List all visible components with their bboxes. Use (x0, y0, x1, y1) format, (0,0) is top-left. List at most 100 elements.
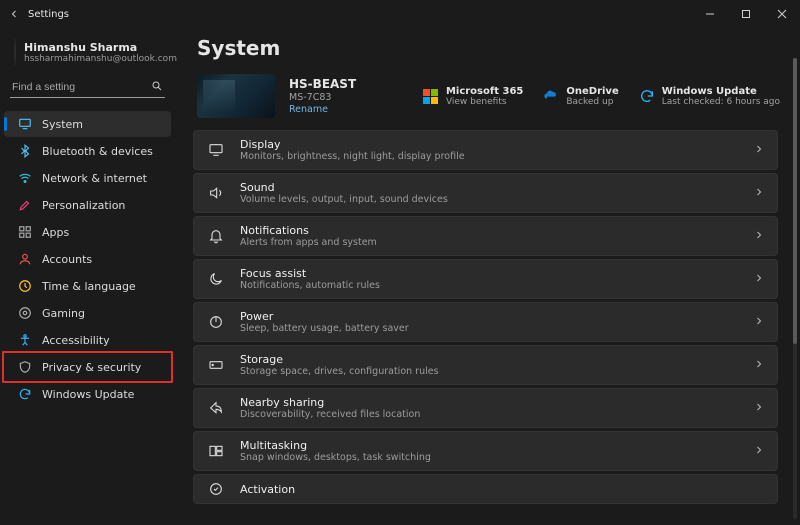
sidebar-item-accounts[interactable]: Accounts (4, 246, 171, 272)
sidebar-item-label: Accounts (42, 253, 92, 266)
maximize-button[interactable] (728, 0, 764, 28)
storage-icon (208, 357, 224, 373)
search-icon (151, 80, 163, 95)
sound-icon (208, 185, 224, 201)
card-sub: Notifications, automatic rules (240, 280, 380, 291)
back-button[interactable] (0, 0, 28, 28)
card-notifications[interactable]: NotificationsAlerts from apps and system (193, 216, 778, 256)
card-power[interactable]: PowerSleep, battery usage, battery saver (193, 302, 778, 342)
card-title: Power (240, 310, 409, 323)
sidebar-item-label: Windows Update (42, 388, 134, 401)
activation-icon (208, 481, 224, 497)
sidebar: Himanshu Sharma hssharmahimanshu@outlook… (0, 28, 175, 525)
chevron-right-icon (753, 229, 765, 244)
sidebar-item-label: Gaming (42, 307, 85, 320)
settings-list: DisplayMonitors, brightness, night light… (193, 130, 790, 504)
wifi-icon (18, 171, 32, 185)
sidebar-item-personalization[interactable]: Personalization (4, 192, 171, 218)
chevron-right-icon (753, 272, 765, 287)
card-title: Multitasking (240, 439, 431, 452)
tile-windows-update[interactable]: Windows Update Last checked: 6 hours ago (639, 86, 780, 107)
user-email: hssharmahimanshu@outlook.com (24, 54, 177, 64)
card-sub: Snap windows, desktops, task switching (240, 452, 431, 463)
sidebar-item-label: Personalization (42, 199, 125, 212)
card-sub: Sleep, battery usage, battery saver (240, 323, 409, 334)
sidebar-item-time[interactable]: Time & language (4, 273, 171, 299)
chevron-right-icon (753, 401, 765, 416)
minimize-button[interactable] (692, 0, 728, 28)
card-activation[interactable]: Activation (193, 474, 778, 504)
multitasking-icon (208, 443, 224, 459)
window-controls (692, 0, 800, 28)
tile-title: Microsoft 365 (446, 86, 523, 97)
sidebar-item-privacy[interactable]: Privacy & security (4, 354, 171, 380)
card-sub: Alerts from apps and system (240, 237, 377, 248)
display-icon (208, 142, 224, 158)
sidebar-item-accessibility[interactable]: Accessibility (4, 327, 171, 353)
sidebar-item-label: Network & internet (42, 172, 147, 185)
gaming-icon (18, 306, 32, 320)
chevron-right-icon (753, 444, 765, 459)
card-multitasking[interactable]: MultitaskingSnap windows, desktops, task… (193, 431, 778, 471)
brush-icon (18, 198, 32, 212)
sidebar-nav: System Bluetooth & devices Network & int… (0, 106, 175, 407)
tile-title: OneDrive (566, 86, 618, 97)
card-title: Notifications (240, 224, 377, 237)
card-title: Nearby sharing (240, 396, 420, 409)
card-title: Storage (240, 353, 439, 366)
titlebar: Settings (0, 0, 800, 28)
device-thumbnail (197, 74, 275, 118)
tile-sub: Last checked: 6 hours ago (662, 97, 780, 107)
scrollbar-thumb[interactable] (793, 58, 797, 344)
sidebar-item-label: Accessibility (42, 334, 110, 347)
card-display[interactable]: DisplayMonitors, brightness, night light… (193, 130, 778, 170)
microsoft365-icon (423, 88, 439, 104)
chevron-right-icon (753, 143, 765, 158)
user-block[interactable]: Himanshu Sharma hssharmahimanshu@outlook… (0, 34, 175, 76)
sidebar-item-bluetooth[interactable]: Bluetooth & devices (4, 138, 171, 164)
system-icon (18, 117, 32, 131)
update-icon (639, 88, 655, 104)
sidebar-item-update[interactable]: Windows Update (4, 381, 171, 407)
tile-sub: Backed up (566, 97, 618, 107)
shield-icon (18, 360, 32, 374)
card-title: Focus assist (240, 267, 380, 280)
sidebar-item-network[interactable]: Network & internet (4, 165, 171, 191)
tile-sub: View benefits (446, 97, 523, 107)
card-storage[interactable]: StorageStorage space, drives, configurat… (193, 345, 778, 385)
user-name: Himanshu Sharma (24, 41, 177, 54)
share-icon (208, 400, 224, 416)
user-icon (18, 252, 32, 266)
scrollbar[interactable] (793, 58, 797, 519)
accessibility-icon (18, 333, 32, 347)
system-hero: HS-BEAST MS-7C83 Rename Microsoft 365 Vi… (193, 70, 790, 130)
card-focus[interactable]: Focus assistNotifications, automatic rul… (193, 259, 778, 299)
card-sub: Storage space, drives, configuration rul… (240, 366, 439, 377)
chevron-right-icon (753, 186, 765, 201)
bluetooth-icon (18, 144, 32, 158)
search-input[interactable] (10, 76, 165, 97)
window-title: Settings (28, 9, 69, 20)
card-nearby[interactable]: Nearby sharingDiscoverability, received … (193, 388, 778, 428)
clock-icon (18, 279, 32, 293)
update-icon (18, 387, 32, 401)
device-model: MS-7C83 (289, 92, 356, 103)
card-sound[interactable]: SoundVolume levels, output, input, sound… (193, 173, 778, 213)
avatar (14, 38, 16, 66)
sidebar-item-label: Bluetooth & devices (42, 145, 153, 158)
onedrive-icon (543, 88, 559, 104)
close-button[interactable] (764, 0, 800, 28)
search-field[interactable] (10, 76, 165, 98)
sidebar-item-apps[interactable]: Apps (4, 219, 171, 245)
card-sub: Discoverability, received files location (240, 409, 420, 420)
card-title: Display (240, 138, 465, 151)
moon-icon (208, 271, 224, 287)
page-title: System (197, 36, 790, 60)
rename-link[interactable]: Rename (289, 104, 356, 115)
sidebar-item-system[interactable]: System (4, 111, 171, 137)
sidebar-item-gaming[interactable]: Gaming (4, 300, 171, 326)
card-title: Activation (240, 483, 295, 496)
tile-onedrive[interactable]: OneDrive Backed up (543, 86, 618, 107)
card-title: Sound (240, 181, 448, 194)
tile-microsoft365[interactable]: Microsoft 365 View benefits (423, 86, 523, 107)
